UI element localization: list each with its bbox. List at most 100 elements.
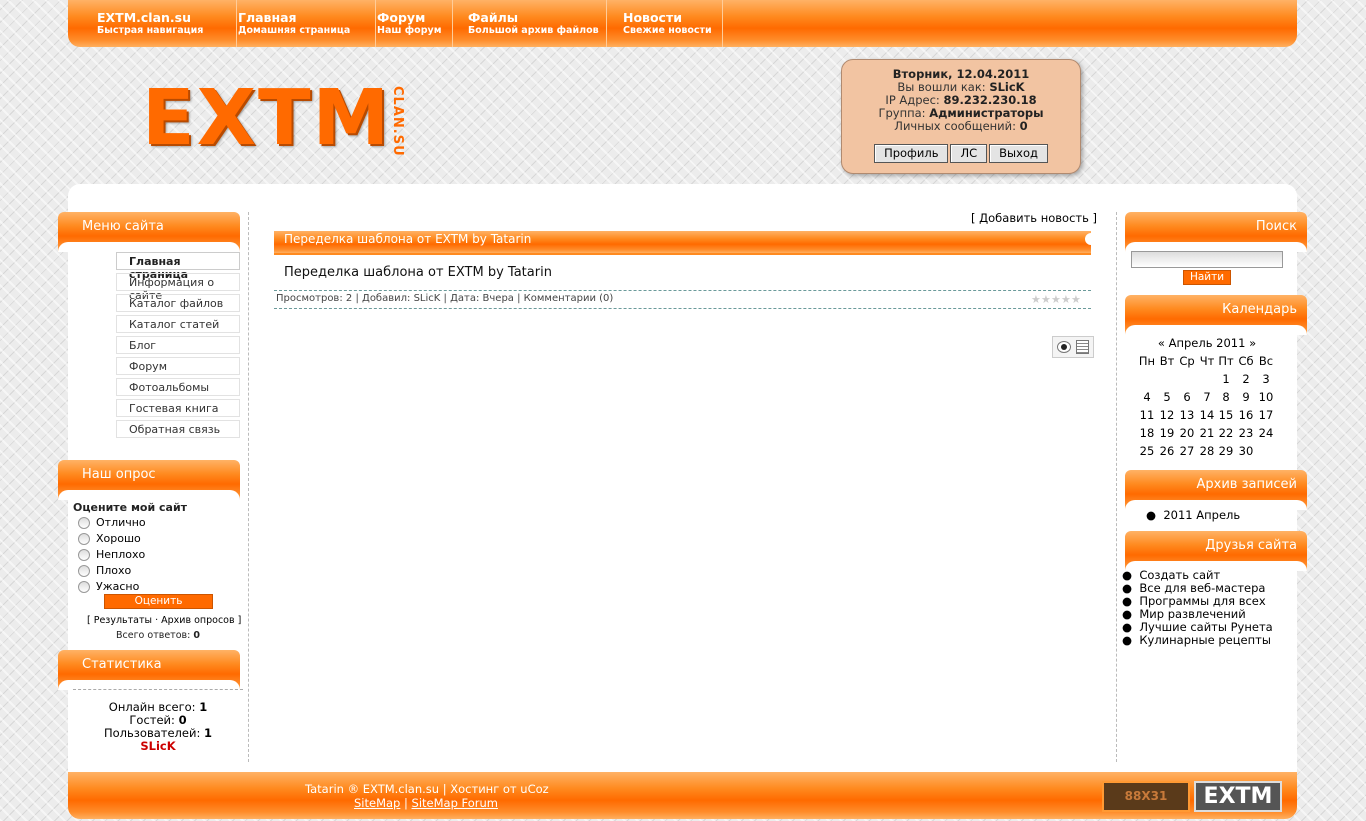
rating-stars[interactable]: ★★★★★ bbox=[1031, 293, 1081, 306]
calendar-day[interactable]: 11 bbox=[1137, 408, 1157, 422]
calendar-day[interactable]: 6 bbox=[1177, 390, 1197, 404]
user-group: Администраторы bbox=[929, 106, 1044, 120]
radio-button[interactable] bbox=[78, 533, 90, 545]
friend-link[interactable]: ● Кулинарные рецепты bbox=[1122, 634, 1273, 647]
calendar-day[interactable]: 16 bbox=[1236, 408, 1256, 422]
poll-option[interactable]: Плохо bbox=[78, 564, 131, 577]
poll-results-link[interactable]: Результаты bbox=[94, 615, 152, 626]
calendar-day[interactable]: 14 bbox=[1197, 408, 1217, 422]
divider bbox=[274, 290, 1091, 291]
star-icon[interactable]: ★ bbox=[1051, 294, 1061, 305]
calendar-next[interactable]: » bbox=[1249, 336, 1256, 350]
nav-title: EXTM.clan.su bbox=[97, 10, 192, 25]
calendar-month[interactable]: Апрель 2011 bbox=[1169, 336, 1246, 350]
users-count: 1 bbox=[203, 726, 212, 740]
poll-option[interactable]: Неплохо bbox=[78, 548, 145, 561]
messages-label: Личных сообщений: bbox=[894, 119, 1017, 133]
menu-item-forum[interactable]: Форум bbox=[116, 357, 240, 375]
view-icon[interactable] bbox=[1057, 341, 1071, 353]
print-icon[interactable] bbox=[1076, 340, 1089, 354]
pm-button[interactable]: ЛС bbox=[950, 144, 988, 163]
sitemap-link[interactable]: SiteMap bbox=[354, 796, 400, 810]
calendar-weekday: Чт bbox=[1199, 354, 1215, 368]
friends-block-header: Друзья сайта bbox=[1125, 531, 1307, 571]
calendar-day[interactable]: 20 bbox=[1177, 426, 1197, 440]
calendar-day[interactable]: 7 bbox=[1197, 390, 1217, 404]
star-icon[interactable]: ★ bbox=[1041, 294, 1051, 305]
calendar-day[interactable]: 1 bbox=[1216, 372, 1236, 386]
menu-item-home[interactable]: Главная страница bbox=[116, 252, 240, 281]
banner-extm[interactable]: EXTM bbox=[1194, 781, 1282, 812]
calendar-day[interactable]: 8 bbox=[1216, 390, 1236, 404]
calendar-day[interactable]: 2 bbox=[1236, 372, 1256, 386]
nav-item-news[interactable]: Новости Свежие новости bbox=[623, 0, 723, 47]
search-button[interactable]: Найти bbox=[1183, 270, 1231, 285]
calendar-day[interactable]: 29 bbox=[1216, 444, 1236, 458]
poll-option[interactable]: Хорошо bbox=[78, 532, 141, 545]
menu-item-blog[interactable]: Блог bbox=[116, 336, 240, 354]
menu-item-guestbook[interactable]: Гостевая книга bbox=[116, 399, 240, 417]
calendar-day[interactable]: 9 bbox=[1236, 390, 1256, 404]
search-input[interactable] bbox=[1131, 251, 1283, 268]
site-logo[interactable]: EXTM CLAN.SU bbox=[142, 80, 412, 160]
calendar-day[interactable]: 17 bbox=[1256, 408, 1276, 422]
calendar-day[interactable]: 10 bbox=[1256, 390, 1276, 404]
radio-button[interactable] bbox=[78, 549, 90, 561]
calendar-day[interactable]: 19 bbox=[1157, 426, 1177, 440]
nav-item-forum[interactable]: Форум Наш форум bbox=[377, 0, 453, 47]
menu-item-about[interactable]: Информация о сайте bbox=[116, 273, 240, 302]
calendar-day[interactable]: 26 bbox=[1157, 444, 1177, 458]
poll-option[interactable]: Отлично bbox=[78, 516, 146, 529]
calendar-day[interactable]: 18 bbox=[1137, 426, 1157, 440]
top-navigation: EXTM.clan.su Быстрая навигация Главная Д… bbox=[68, 0, 1297, 47]
nav-item-main[interactable]: Главная Домашняя страница bbox=[238, 0, 376, 47]
menu-item-articles[interactable]: Каталог статей bbox=[116, 315, 240, 333]
comments-link[interactable]: Комментарии (0) bbox=[524, 293, 614, 304]
calendar-day[interactable]: 23 bbox=[1236, 426, 1256, 440]
logout-button[interactable]: Выход bbox=[989, 144, 1048, 163]
star-icon[interactable]: ★ bbox=[1071, 294, 1081, 305]
calendar-day[interactable]: 25 bbox=[1137, 444, 1157, 458]
news-title-bar: Переделка шаблона от EXTM by Tatarin bbox=[274, 231, 1091, 255]
menu-item-photos[interactable]: Фотоальбомы bbox=[116, 378, 240, 396]
calendar-day[interactable]: 24 bbox=[1256, 426, 1276, 440]
calendar-day[interactable]: 30 bbox=[1236, 444, 1256, 458]
news-bar-title[interactable]: Переделка шаблона от EXTM by Tatarin bbox=[284, 232, 531, 246]
calendar-day[interactable]: 28 bbox=[1197, 444, 1217, 458]
radio-button[interactable] bbox=[78, 565, 90, 577]
poll-archive-link[interactable]: Архив опросов bbox=[161, 615, 234, 626]
star-icon[interactable]: ★ bbox=[1061, 294, 1071, 305]
poll-vote-button[interactable]: Оценить bbox=[104, 594, 213, 609]
archive-item[interactable]: ● 2011 Апрель bbox=[1146, 508, 1240, 522]
radio-button[interactable] bbox=[78, 581, 90, 593]
add-news-link[interactable]: Добавить новость bbox=[979, 211, 1089, 225]
radio-button[interactable] bbox=[78, 517, 90, 529]
menu-item-files[interactable]: Каталог файлов bbox=[116, 294, 240, 312]
calendar-day[interactable]: 12 bbox=[1157, 408, 1177, 422]
profile-button[interactable]: Профиль bbox=[874, 144, 949, 163]
banner-88x31[interactable]: 88X31 bbox=[1102, 781, 1190, 812]
calendar-day[interactable]: 13 bbox=[1177, 408, 1197, 422]
poll-total: Всего ответов: 0 bbox=[73, 630, 243, 641]
poll-option[interactable]: Ужасно bbox=[78, 580, 139, 593]
news-title[interactable]: Переделка шаблона от EXTM by Tatarin bbox=[284, 265, 552, 280]
nav-item-files[interactable]: Файлы Большой архив файлов bbox=[468, 0, 607, 47]
sitemap-forum-link[interactable]: SiteMap Forum bbox=[412, 796, 498, 810]
friend-link-label: Лучшие сайты Рунета bbox=[1139, 620, 1273, 634]
stats-content: Онлайн всего: 1 Гостей: 0 Пользователей:… bbox=[73, 701, 243, 753]
calendar-day[interactable]: 4 bbox=[1137, 390, 1157, 404]
calendar-day[interactable]: 15 bbox=[1216, 408, 1236, 422]
nav-item-home-site[interactable]: EXTM.clan.su Быстрая навигация bbox=[97, 0, 237, 47]
calendar-day[interactable]: 21 bbox=[1197, 426, 1217, 440]
calendar-day[interactable]: 3 bbox=[1256, 372, 1276, 386]
news-author-link[interactable]: SLicK bbox=[414, 293, 441, 304]
archive-item-label: 2011 Апрель bbox=[1163, 508, 1241, 522]
calendar-day[interactable]: 22 bbox=[1216, 426, 1236, 440]
calendar-prev[interactable]: « bbox=[1158, 336, 1165, 350]
menu-item-feedback[interactable]: Обратная связь bbox=[116, 420, 240, 438]
poll-block-header: Наш опрос bbox=[58, 460, 240, 500]
calendar-day[interactable]: 27 bbox=[1177, 444, 1197, 458]
star-icon[interactable]: ★ bbox=[1031, 294, 1041, 305]
online-user-link[interactable]: SLicK bbox=[140, 739, 175, 753]
calendar-day[interactable]: 5 bbox=[1157, 390, 1177, 404]
